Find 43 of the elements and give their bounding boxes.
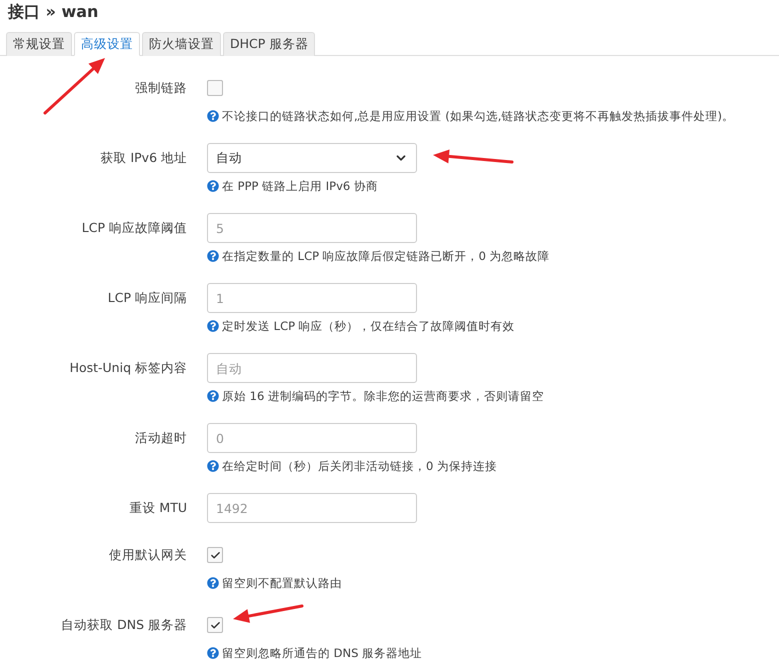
help-text: 在指定数量的 LCP 响应故障后假定链路已断开，0 为忽略故障 <box>222 248 550 265</box>
help-text: 留空则不配置默认路由 <box>222 575 342 592</box>
help-icon <box>207 250 219 262</box>
input-field[interactable]: 5 <box>207 213 417 243</box>
help-text: 在给定时间（秒）后关闭非活动链接，0 为保持连接 <box>222 458 497 475</box>
field-label: 自动获取 DNS 服务器 <box>61 616 187 634</box>
help-icon <box>207 180 219 192</box>
help-text: 原始 16 进制编码的字节。除非您的运营商要求，否则请留空 <box>222 388 544 405</box>
check-icon <box>210 550 220 560</box>
tab[interactable]: 高级设置 <box>74 32 140 56</box>
input-field[interactable]: 1 <box>207 283 417 313</box>
checkbox[interactable] <box>207 617 223 633</box>
tab[interactable]: 常规设置 <box>6 32 72 56</box>
help-icon <box>207 460 219 472</box>
field-label: 使用默认网关 <box>109 546 187 564</box>
field-label: LCP 响应间隔 <box>108 289 187 307</box>
input-field[interactable]: 1492 <box>207 493 417 523</box>
tab[interactable]: 防火墙设置 <box>142 32 221 56</box>
help-icon <box>207 577 219 589</box>
field-label: 重设 MTU <box>129 499 187 517</box>
field-label: 获取 IPv6 地址 <box>100 149 187 167</box>
help-icon <box>207 647 219 659</box>
annotation-arrow <box>233 604 304 623</box>
help-text: 不论接口的链路状态如何,总是用应用设置 (如果勾选,链路状态变更将不再触发热插拔事件处理)。 <box>222 108 734 125</box>
input-field[interactable]: 0 <box>207 423 417 453</box>
tab[interactable]: DHCP 服务器 <box>223 32 316 56</box>
field-label: LCP 响应故障阈值 <box>82 219 187 237</box>
help-text: 在 PPP 链路上启用 IPv6 协商 <box>222 178 378 195</box>
annotation-arrow <box>44 58 105 114</box>
help-text: 定时发送 LCP 响应（秒），仅在结合了故障阈值时有效 <box>222 318 515 335</box>
input-field[interactable]: 自动 <box>207 353 417 383</box>
help-icon <box>207 110 219 122</box>
help-icon <box>207 390 219 402</box>
checkbox[interactable] <box>207 80 223 96</box>
help-text: 留空则忽略所通告的 DNS 服务器地址 <box>222 645 422 661</box>
check-icon <box>210 620 220 630</box>
page-title: 接口 » wan <box>6 1 100 23</box>
field-label: 活动超时 <box>135 429 187 447</box>
select-dropdown[interactable]: 自动 <box>207 143 417 173</box>
field-label: Host-Uniq 标签内容 <box>70 359 187 377</box>
field-label: 强制链路 <box>135 79 187 97</box>
checkbox[interactable] <box>207 547 223 563</box>
help-icon <box>207 320 219 332</box>
